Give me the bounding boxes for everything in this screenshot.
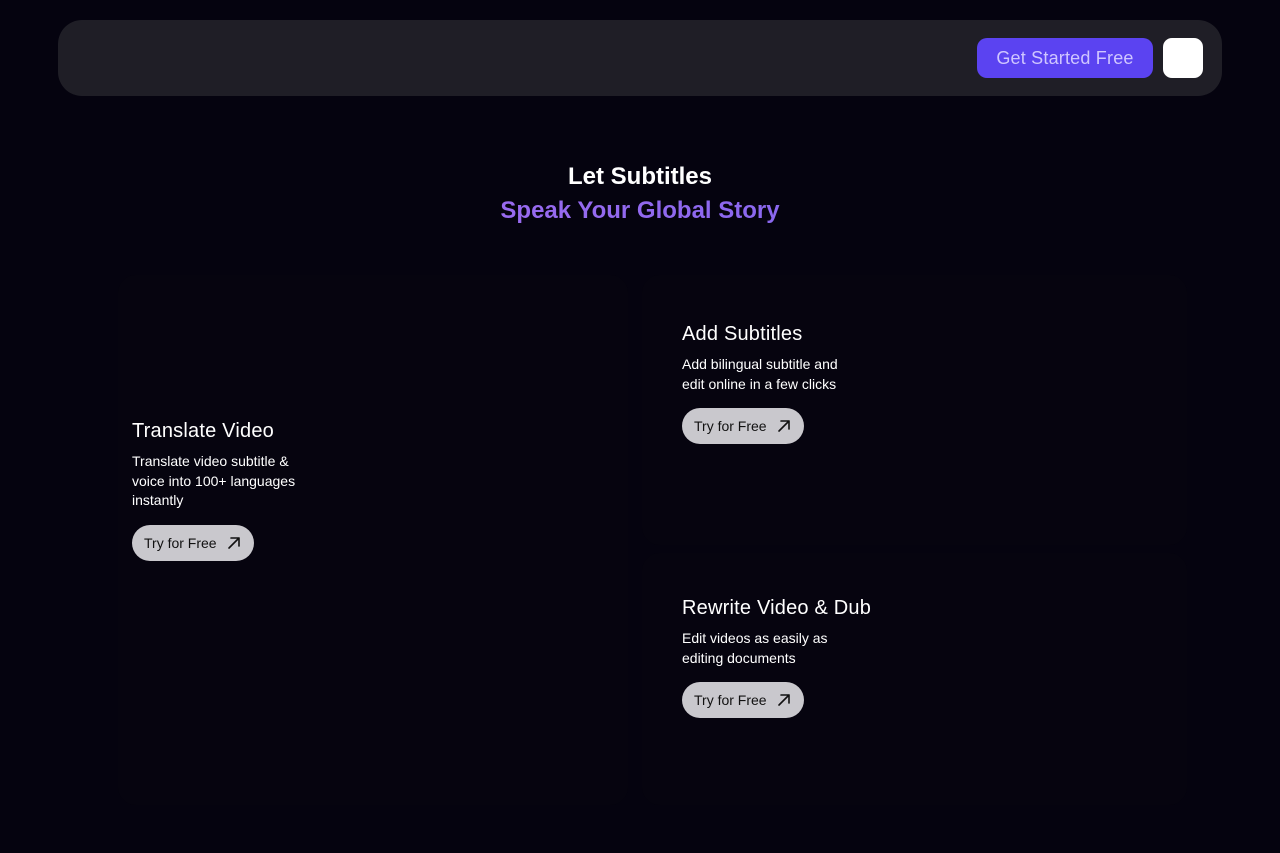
try-button-label: Try for Free <box>694 418 767 434</box>
hero-title: Let Subtitles <box>567 163 712 190</box>
arrow-up-right-icon <box>227 536 240 549</box>
arrow-up-right-icon <box>777 420 790 432</box>
feature-title: Add Subtitles <box>682 323 803 345</box>
feature-description: Add bilingual subtitle and edit online i… <box>682 356 838 392</box>
menu-button[interactable] <box>1163 38 1203 78</box>
feature-title: Rewrite Video & Dub <box>682 597 872 619</box>
feature-title: Translate Video <box>132 420 274 442</box>
feature-description: Edit videos as easily as editing documen… <box>682 630 828 666</box>
feature-description: Translate video subtitle & voice into 10… <box>132 453 296 508</box>
try-for-free-button[interactable]: Try for Free <box>682 408 804 444</box>
get-started-button[interactable]: Get Started Free <box>977 38 1153 78</box>
try-button-label: Try for Free <box>144 534 217 551</box>
hero-headline: Let Subtitles Speak Your Global Story <box>0 160 1280 228</box>
arrow-up-right-icon <box>777 694 790 706</box>
feature-rewrite-video: Rewrite Video & Dub Edit videos as easil… <box>682 595 902 718</box>
top-navbar: Get Started Free <box>58 20 1222 96</box>
feature-add-subtitles: Add Subtitles Add bilingual subtitle and… <box>682 321 882 444</box>
try-button-label: Try for Free <box>694 692 767 708</box>
try-for-free-button[interactable]: Try for Free <box>132 524 254 561</box>
feature-translate-video: Translate Video Translate video subtitle… <box>132 418 332 561</box>
hero-subtitle: Speak Your Global Story <box>0 194 1280 228</box>
try-for-free-button[interactable]: Try for Free <box>682 682 804 718</box>
